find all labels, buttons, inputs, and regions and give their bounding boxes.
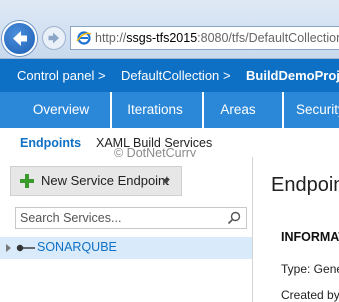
address-rest: :8080/tfs/DefaultCollection/ xyxy=(197,31,339,45)
tree-item-label: SONARQUBE xyxy=(37,240,117,254)
breadcrumb-control-panel[interactable]: Control panel xyxy=(17,68,94,83)
back-button[interactable] xyxy=(2,21,37,56)
breadcrumb-collection[interactable]: DefaultCollection xyxy=(121,68,219,83)
forward-button[interactable] xyxy=(42,26,66,50)
type-line: Type: Gene xyxy=(281,262,339,276)
tab-divider xyxy=(110,92,112,128)
tab-iterations[interactable]: Iterations xyxy=(116,92,194,128)
address-host: ssgs-tfs2015 xyxy=(126,31,198,45)
browser-toolbar: http://ssgs-tfs2015:8080/tfs/DefaultColl… xyxy=(0,0,339,59)
search-services-input[interactable]: Search Services... xyxy=(15,207,247,229)
admin-tabs: Overview Iterations Areas Security xyxy=(0,92,339,128)
tab-overview[interactable]: Overview xyxy=(19,92,103,128)
plus-icon xyxy=(20,174,34,188)
chevron-down-icon[interactable] xyxy=(162,179,170,184)
subtab-endpoints[interactable]: Endpoints xyxy=(20,136,81,150)
endpoint-title: Endpoint xyxy=(271,174,339,196)
arrow-right-icon xyxy=(48,32,59,44)
created-by-line: Created by xyxy=(281,288,339,302)
address-prefix: http:// xyxy=(95,31,127,45)
search-icon[interactable] xyxy=(227,211,241,225)
arrow-left-icon xyxy=(13,31,27,46)
search-placeholder: Search Services... xyxy=(20,211,122,225)
new-service-endpoint-button[interactable]: New Service Endpoint xyxy=(10,166,182,196)
ie-icon xyxy=(76,31,92,45)
tab-divider xyxy=(282,92,284,128)
expand-arrow-icon[interactable] xyxy=(6,244,11,252)
panel-divider xyxy=(252,157,253,302)
tab-areas[interactable]: Areas xyxy=(208,92,268,128)
service-endpoint-icon xyxy=(16,244,35,252)
tab-security[interactable]: Security xyxy=(288,92,339,128)
tree-item-sonarqube[interactable]: SONARQUBE xyxy=(0,237,252,259)
breadcrumb-separator: > xyxy=(98,68,106,83)
breadcrumb-separator: > xyxy=(223,68,231,83)
tfs-header: Control panel > DefaultCollection > Buil… xyxy=(0,59,339,92)
new-service-endpoint-label: New Service Endpoint xyxy=(41,173,169,188)
breadcrumb-project[interactable]: BuildDemoProjec xyxy=(246,68,339,83)
address-bar[interactable]: http://ssgs-tfs2015:8080/tfs/DefaultColl… xyxy=(70,26,339,50)
tab-divider xyxy=(202,92,204,128)
information-heading: INFORMAT xyxy=(281,230,339,244)
